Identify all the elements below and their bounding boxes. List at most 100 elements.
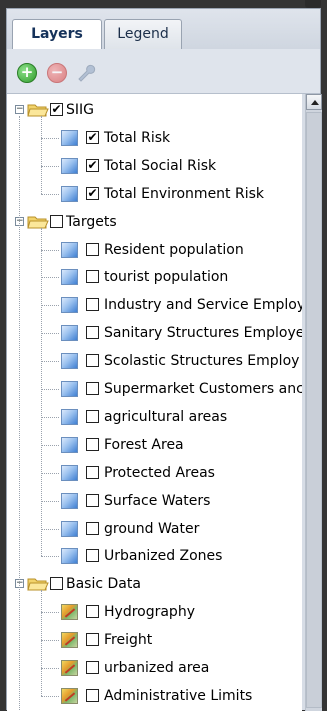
layer-checkbox[interactable]: [86, 409, 99, 423]
blue-layer-icon: [61, 297, 78, 314]
layer-label: tourist population: [104, 269, 229, 286]
collapse-icon[interactable]: −: [15, 105, 24, 114]
tab-layers[interactable]: Layers: [12, 19, 102, 50]
layer-row[interactable]: ✔ Total Social Risk: [7, 156, 302, 176]
layer-label: Freight: [104, 632, 153, 649]
map-layer-icon: [61, 604, 78, 621]
scroll-thumb[interactable]: [306, 112, 322, 708]
layer-checkbox[interactable]: [86, 633, 99, 647]
group-label: Targets: [66, 213, 117, 230]
wrench-icon[interactable]: [75, 61, 97, 83]
layer-label: Total Social Risk: [104, 157, 217, 174]
blue-layer-icon: [61, 157, 78, 174]
tree-connector-vertical: [41, 116, 42, 194]
blue-layer-icon: [61, 185, 78, 202]
blue-layer-icon: [61, 129, 78, 146]
tree-connector: [41, 305, 59, 307]
layer-row[interactable]: Hydrography: [7, 602, 302, 622]
layer-row[interactable]: Freight: [7, 630, 302, 650]
layer-row[interactable]: Surface Waters: [7, 491, 302, 511]
layer-row[interactable]: urbanized area: [7, 658, 302, 678]
layer-label: Industry and Service Employ: [104, 297, 302, 314]
layer-checkbox[interactable]: [86, 298, 99, 312]
tree-connector: [41, 556, 59, 558]
group-row-basic-data[interactable]: − Basic Data: [7, 574, 302, 594]
group-checkbox[interactable]: ✔: [50, 103, 63, 116]
layer-checkbox[interactable]: [86, 493, 99, 507]
tree-connector: [41, 165, 59, 167]
tree-connector: [41, 472, 59, 474]
blue-layer-icon: [61, 408, 78, 425]
group-row-targets[interactable]: − Targets: [7, 212, 302, 232]
tree-connector: [41, 193, 59, 195]
layer-row[interactable]: Supermarket Customers anc: [7, 379, 302, 399]
layer-checkbox[interactable]: [86, 549, 99, 563]
layer-label: Scolastic Structures Employ: [104, 353, 300, 370]
tree-connector: [41, 277, 59, 279]
layer-row[interactable]: Industry and Service Employ: [7, 295, 302, 315]
tree-connector: [41, 137, 59, 139]
layer-checkbox[interactable]: [86, 605, 99, 619]
layer-row[interactable]: Protected Areas: [7, 463, 302, 483]
layer-checkbox[interactable]: ✔: [86, 130, 99, 144]
tree-connector: [41, 668, 59, 669]
group-checkbox[interactable]: [50, 214, 63, 228]
layer-checkbox[interactable]: [86, 354, 99, 368]
layer-row[interactable]: ground Water: [7, 519, 302, 539]
layer-row[interactable]: Sanitary Structures Employe: [7, 323, 302, 343]
tree-connector-vertical: [41, 590, 42, 696]
group-checkbox[interactable]: [50, 577, 63, 591]
layer-row[interactable]: ✔ Total Risk: [7, 128, 302, 148]
map-layer-icon: [61, 687, 78, 704]
group-label: SIIG: [66, 102, 94, 118]
blue-layer-icon: [61, 520, 78, 537]
tree-connector: [41, 612, 59, 614]
layer-row[interactable]: Forest Area: [7, 435, 302, 455]
blue-layer-icon: [61, 464, 78, 481]
layer-checkbox[interactable]: [86, 326, 99, 340]
remove-icon[interactable]: −: [47, 63, 67, 83]
tree-connector: [41, 528, 59, 530]
blue-layer-icon: [61, 492, 78, 509]
layer-toolbar: + −: [7, 49, 320, 94]
layer-row[interactable]: agricultural areas: [7, 407, 302, 427]
layer-label: ground Water: [104, 520, 200, 537]
blue-layer-icon: [61, 436, 78, 453]
add-icon[interactable]: +: [17, 63, 37, 83]
layer-row[interactable]: Resident population: [7, 240, 302, 260]
folder-open-icon: [27, 104, 49, 117]
layer-row[interactable]: tourist population: [7, 267, 302, 287]
scroll-up-arrow-icon[interactable]: [306, 94, 322, 110]
layer-checkbox[interactable]: [86, 382, 99, 395]
vertical-scrollbar[interactable]: [305, 94, 322, 711]
layer-tree-panel: Layers Legend + − − ✔ SIIG ✔ Total Risk ✔ Tota…: [6, 8, 322, 711]
tab-legend[interactable]: Legend: [104, 19, 182, 49]
group-row-siig[interactable]: − ✔ SIIG: [7, 100, 302, 120]
window-close-button[interactable]: [305, 0, 321, 8]
layer-label: Surface Waters: [104, 492, 211, 509]
layer-checkbox[interactable]: [86, 521, 99, 535]
layer-checkbox[interactable]: [86, 688, 99, 702]
layer-label: urbanized area: [104, 660, 210, 676]
layer-checkbox[interactable]: ✔: [86, 158, 99, 172]
layer-label: Supermarket Customers anc: [104, 381, 302, 397]
layer-checkbox[interactable]: [86, 437, 99, 451]
layer-label: Protected Areas: [104, 464, 215, 481]
layer-row[interactable]: Scolastic Structures Employ: [7, 351, 302, 371]
layer-checkbox[interactable]: ✔: [86, 186, 99, 200]
layer-checkbox[interactable]: [86, 270, 99, 284]
layer-label: Resident population: [104, 241, 244, 258]
layer-checkbox[interactable]: [86, 242, 99, 256]
blue-layer-icon: [61, 353, 78, 370]
layer-checkbox[interactable]: [86, 465, 99, 479]
layer-label: Total Environment Risk: [104, 185, 265, 202]
layer-checkbox[interactable]: [86, 661, 99, 674]
tree-trunk-line: [19, 116, 20, 711]
layer-row[interactable]: Administrative Limits: [7, 686, 302, 706]
layer-row[interactable]: ✔ Total Environment Risk: [7, 184, 302, 204]
tree-connector: [41, 249, 59, 251]
tree-connector: [41, 333, 59, 335]
blue-layer-icon: [61, 269, 78, 286]
tree-connector: [41, 361, 59, 363]
layer-row[interactable]: Urbanized Zones: [7, 546, 302, 566]
